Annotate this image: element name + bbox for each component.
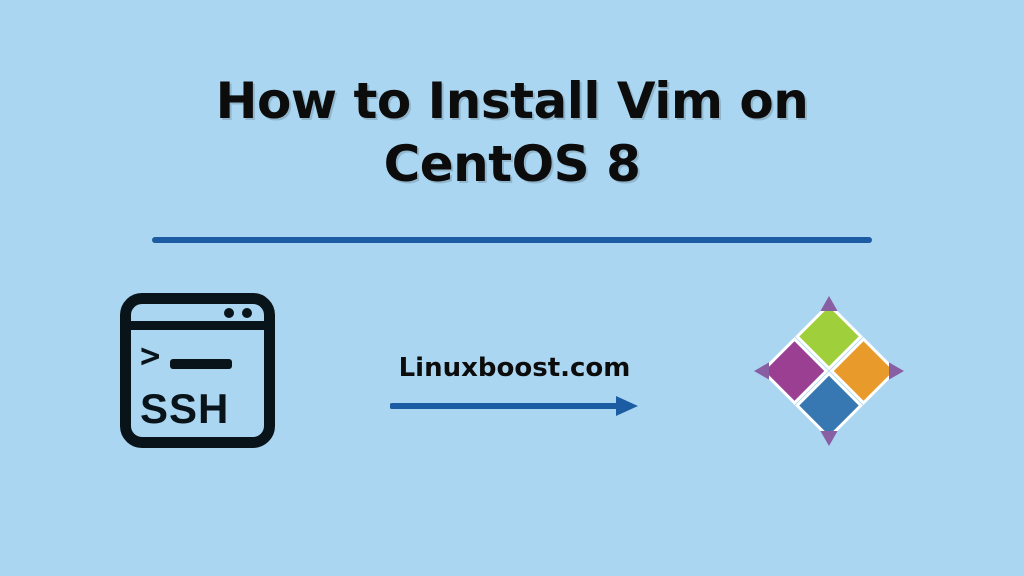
window-dot-icon [224,308,234,318]
ssh-terminal-icon: > SSH [120,293,275,448]
terminal-titlebar [131,304,264,330]
divider [152,237,872,243]
content-row: > SSH Linuxboost.com [0,293,1024,448]
prompt-underscore-icon [170,359,232,369]
site-label: Linuxboost.com [399,353,631,383]
prompt-caret-icon: > [140,339,160,373]
arrow-icon [390,393,640,419]
centos-logo-icon [754,296,904,446]
ssh-label: SSH [140,388,255,430]
prompt-line: > [140,339,255,373]
terminal-body: > SSH [140,339,255,430]
window-dot-icon [242,308,252,318]
page-title: How to Install Vim on CentOS 8 [137,70,887,195]
banner: How to Install Vim on CentOS 8 > SSH Lin… [0,0,1024,576]
center-group: Linuxboost.com [390,353,640,419]
